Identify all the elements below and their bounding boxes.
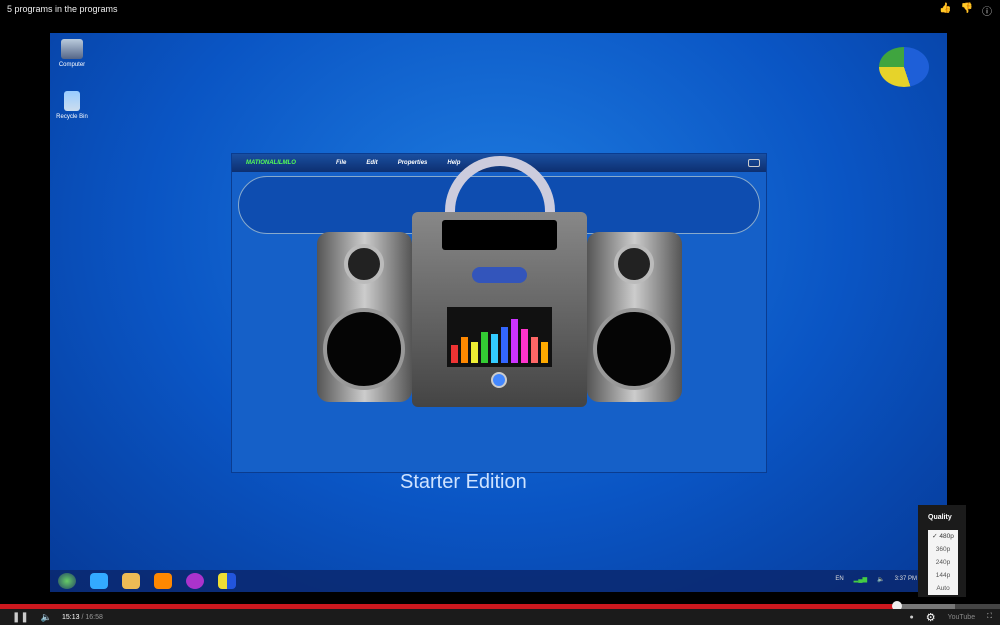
explorer-folder-icon[interactable] — [122, 573, 140, 589]
internet-explorer-icon[interactable] — [90, 573, 108, 589]
volume-icon[interactable]: 🔈 — [41, 612, 52, 623]
radio-button[interactable] — [472, 267, 527, 283]
boombox-center — [412, 212, 587, 407]
youtube-logo[interactable]: YouTube — [948, 614, 976, 621]
quality-option-240p[interactable]: 240p — [928, 556, 958, 569]
eq-bar — [541, 342, 548, 363]
player-controls: ❚❚ 🔈 15:13 / 16:58 ● ⚙ YouTube ⛶ — [0, 609, 1000, 625]
quality-option-360p[interactable]: 360p — [928, 543, 958, 556]
quality-menu: Quality ✓ 480p 360p 240p 144p Auto — [918, 505, 966, 597]
eq-bar — [471, 342, 478, 363]
thumbs-up-icon[interactable]: 👍 — [939, 3, 951, 18]
quality-option-144p[interactable]: 144p — [928, 569, 958, 582]
media-center-icon[interactable] — [186, 573, 204, 589]
eq-bar — [521, 329, 528, 363]
video-title[interactable]: 5 programs in the programs — [7, 4, 118, 14]
menu-help[interactable]: Help — [447, 160, 460, 166]
starter-edition-watermark: Starter Edition — [400, 471, 527, 493]
duration: 16:58 — [85, 613, 103, 621]
pause-icon[interactable]: ❚❚ — [12, 612, 29, 623]
quality-option-auto[interactable]: Auto — [928, 582, 958, 595]
media-player-icon[interactable] — [154, 573, 172, 589]
start-orb-icon[interactable] — [58, 573, 76, 589]
equalizer — [447, 307, 552, 367]
menu-edit[interactable]: Edit — [366, 160, 377, 166]
boombox — [317, 156, 682, 407]
desktop-icon-computer: Computer — [50, 39, 94, 68]
desktop-icon-label: Recycle Bin — [56, 114, 88, 120]
annotations-icon[interactable]: ● — [909, 614, 913, 621]
settings-gear-icon[interactable]: ⚙ — [926, 611, 936, 624]
quality-option-480p[interactable]: ✓ 480p — [928, 530, 958, 543]
left-speaker — [317, 232, 412, 402]
time-separator: / — [81, 613, 84, 621]
fullscreen-icon[interactable]: ⛶ — [987, 613, 992, 621]
clock[interactable]: 3:37 PM — [895, 576, 917, 583]
display — [442, 220, 557, 250]
app-brand: MATIONALILMLO — [246, 160, 296, 166]
channel-logo — [879, 47, 929, 87]
network-icon[interactable]: ▂▄▆ — [854, 576, 867, 583]
recycle-bin-icon — [64, 91, 80, 111]
thumbs-down-icon[interactable]: 👎 — [961, 3, 973, 18]
desktop-icon-recycle-bin: Recycle Bin — [50, 91, 94, 120]
eq-bar — [481, 331, 488, 363]
taskbar: EN ▂▄▆ 🔈 3:37 PM — [50, 570, 947, 592]
video-frame[interactable]: Computer Recycle Bin MATIONALILMLO File … — [50, 33, 947, 592]
menu-file[interactable]: File — [336, 160, 346, 166]
eq-bar — [501, 326, 508, 363]
volume-icon[interactable]: 🔈 — [877, 576, 884, 583]
app-icon[interactable] — [218, 573, 236, 589]
eq-bar — [491, 334, 498, 363]
right-speaker — [587, 232, 682, 402]
desktop-icon-label: Computer — [58, 62, 86, 68]
eq-bar — [511, 318, 518, 363]
close-button[interactable] — [748, 159, 760, 167]
menu-properties[interactable]: Properties — [398, 160, 428, 166]
current-time: 15:13 — [61, 613, 80, 621]
play-button[interactable] — [491, 372, 507, 388]
eq-bar — [451, 344, 458, 363]
system-tray: EN ▂▄▆ 🔈 3:37 PM — [835, 576, 917, 583]
stereo-app-window: MATIONALILMLO File Edit Properties Help — [231, 153, 767, 473]
eq-bar — [461, 337, 468, 363]
info-icon[interactable]: ⓘ — [982, 3, 992, 18]
language-indicator[interactable]: EN — [835, 576, 843, 583]
time-display: 15:13 / 16:58 — [62, 614, 103, 621]
computer-icon — [61, 39, 83, 59]
quality-title: Quality — [928, 514, 952, 521]
eq-bar — [531, 337, 538, 363]
